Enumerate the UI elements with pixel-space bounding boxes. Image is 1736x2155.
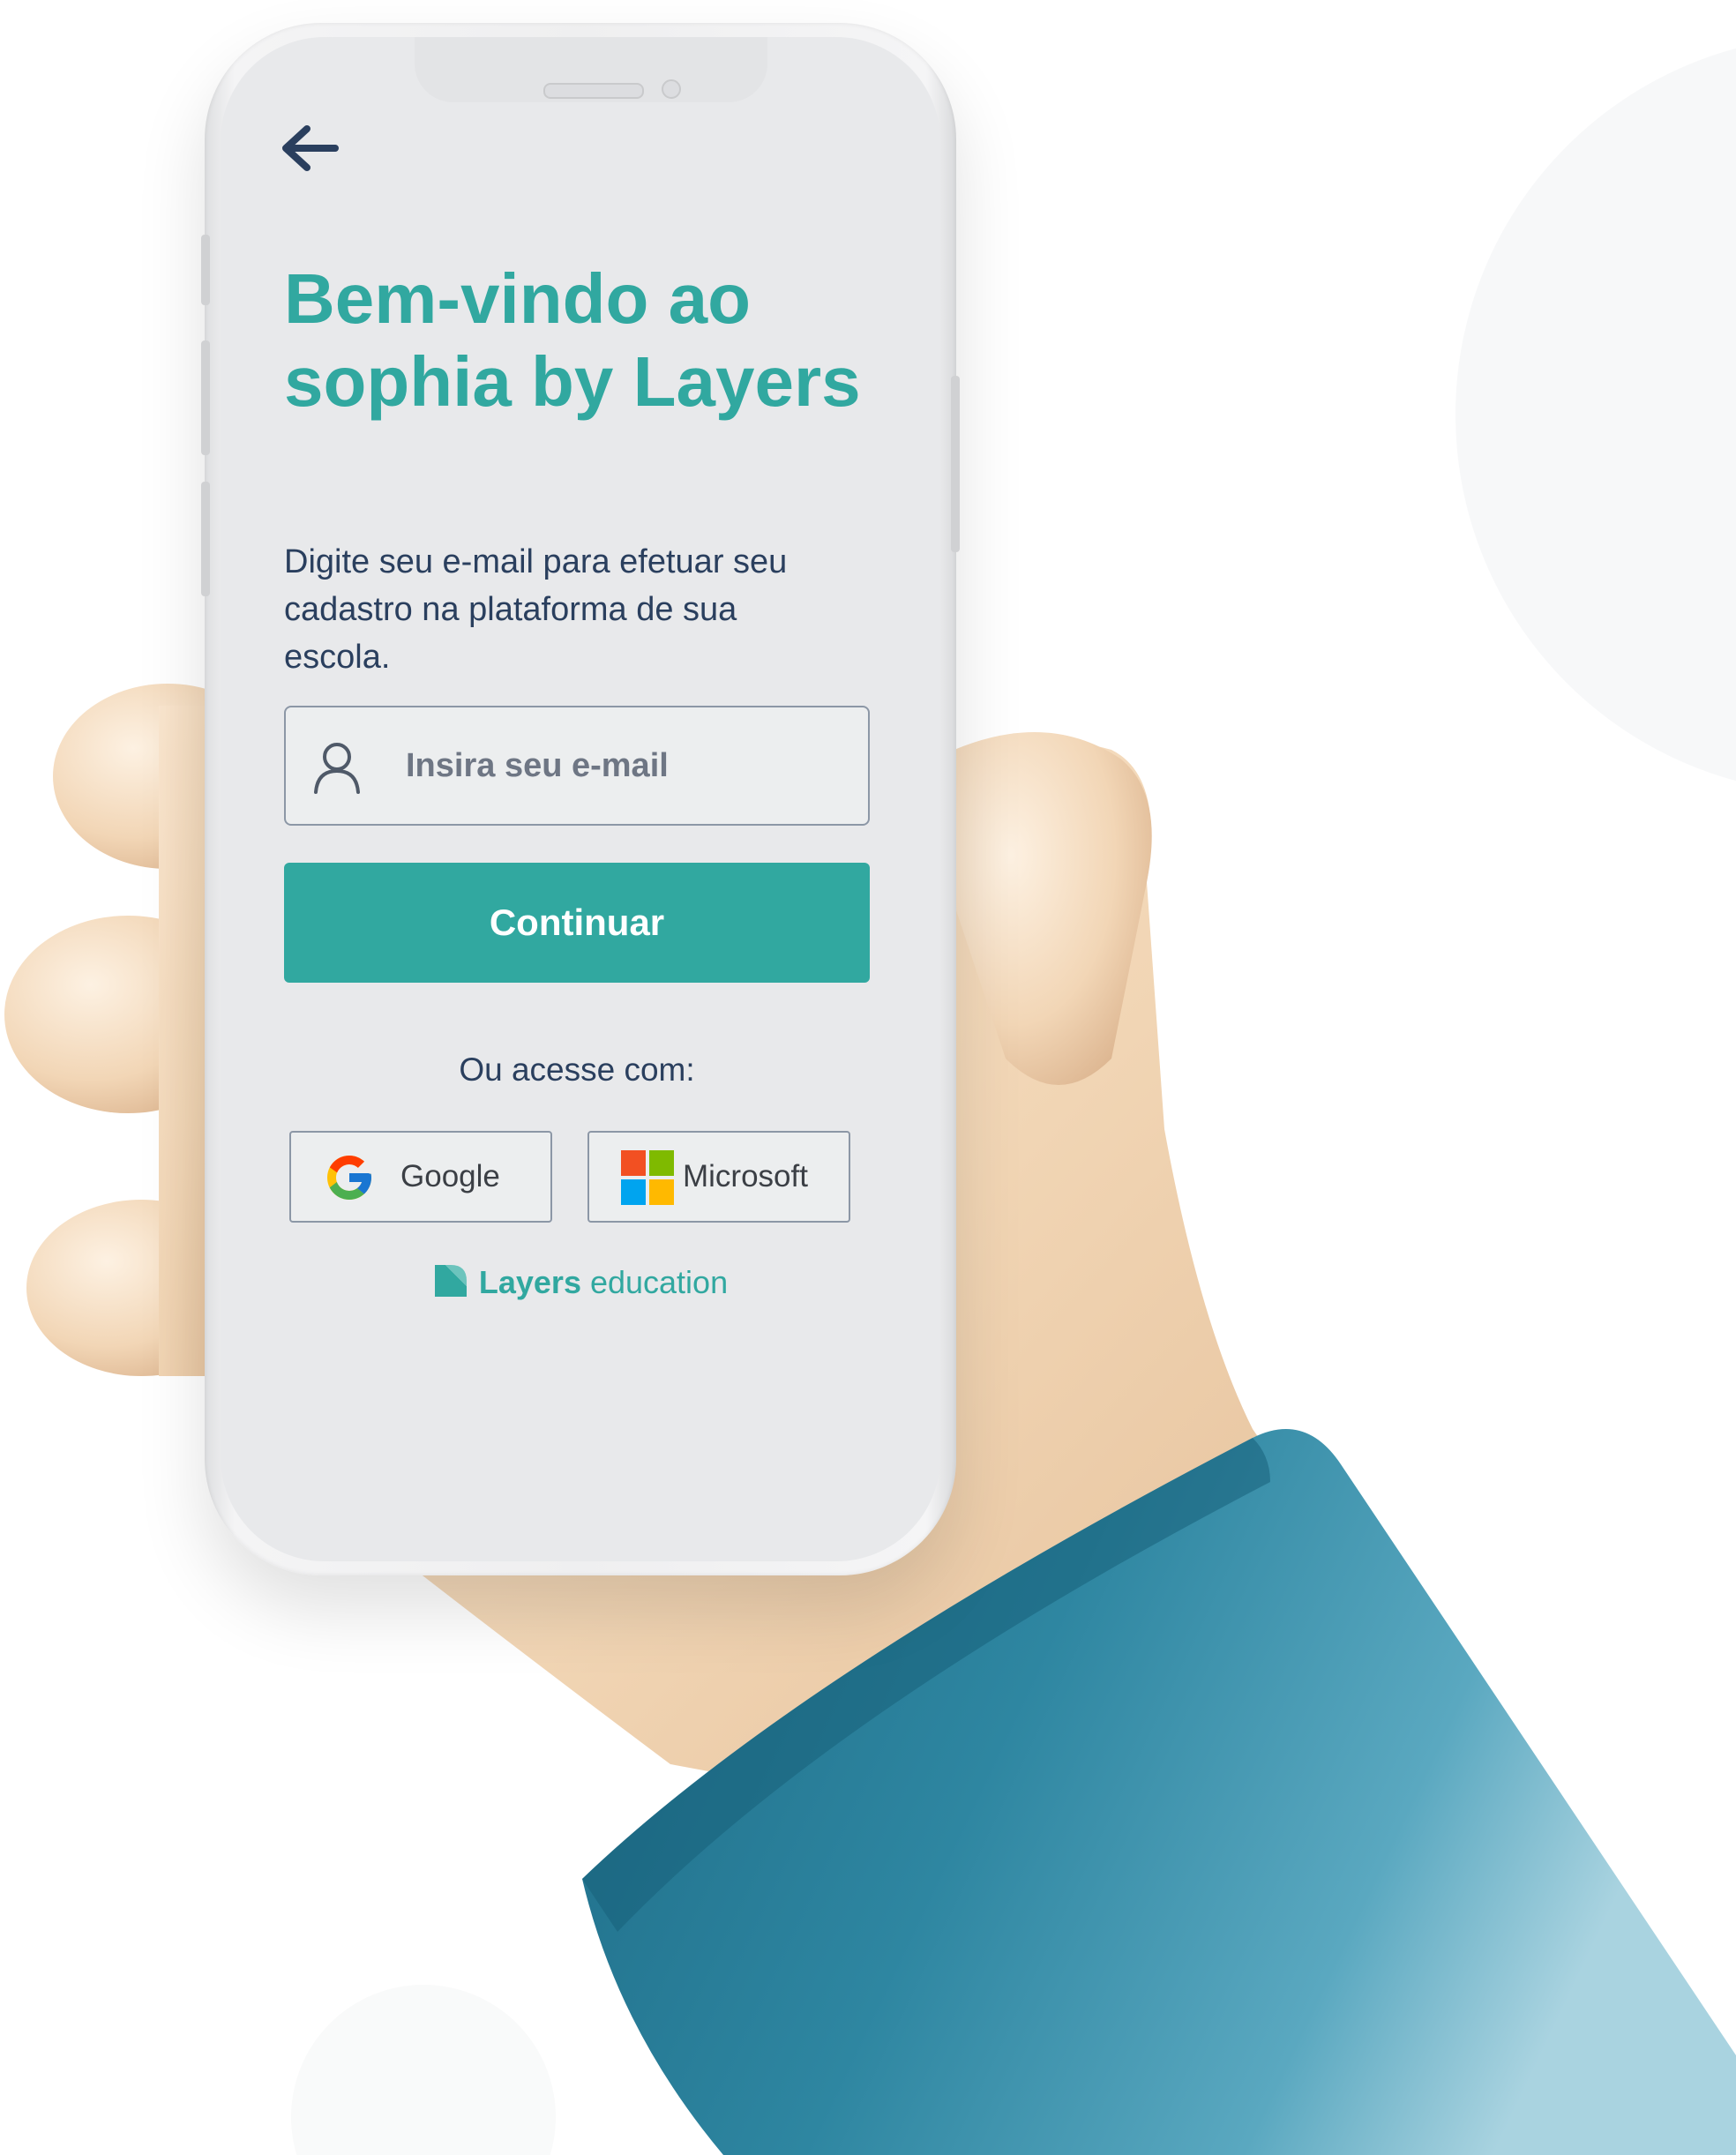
phone-volume-up-button [201,340,210,455]
continue-button[interactable]: Continuar [284,863,870,983]
welcome-title: Bem-vindo ao sophia by Layers [284,259,861,421]
brand-name: Layers [478,1264,581,1300]
layers-logo-icon [434,1265,467,1297]
user-icon [314,743,360,794]
phone-power-button [951,376,960,552]
email-field[interactable] [284,706,870,826]
google-logo-icon [327,1156,371,1200]
or-access-with-label: Ou acesse com: [459,1051,695,1088]
microsoft-label: Microsoft [683,1159,808,1193]
phone-device: Bem-vindo ao sophia by Layers Digite seu… [201,23,960,1575]
google-label: Google [400,1159,500,1193]
phone-screen: Bem-vindo ao sophia by Layers Digite seu… [221,37,940,1561]
phone-volume-down-button [201,482,210,596]
phone-side-button [201,235,210,305]
scene: Bem-vindo ao sophia by Layers Digite seu… [0,0,1736,2155]
email-input[interactable] [406,707,847,824]
layers-education-brand: Layers education [221,1263,940,1301]
microsoft-login-button[interactable]: Microsoft [587,1131,850,1223]
microsoft-logo-icon [621,1150,674,1205]
back-arrow-icon[interactable] [277,122,340,175]
phone-speaker [543,83,644,99]
phone-camera [662,79,681,99]
google-login-button[interactable]: Google [289,1131,552,1223]
brand-suffix: education [580,1264,729,1300]
instructions-text: Digite seu e-mail para efetuar seu cadas… [284,543,788,676]
